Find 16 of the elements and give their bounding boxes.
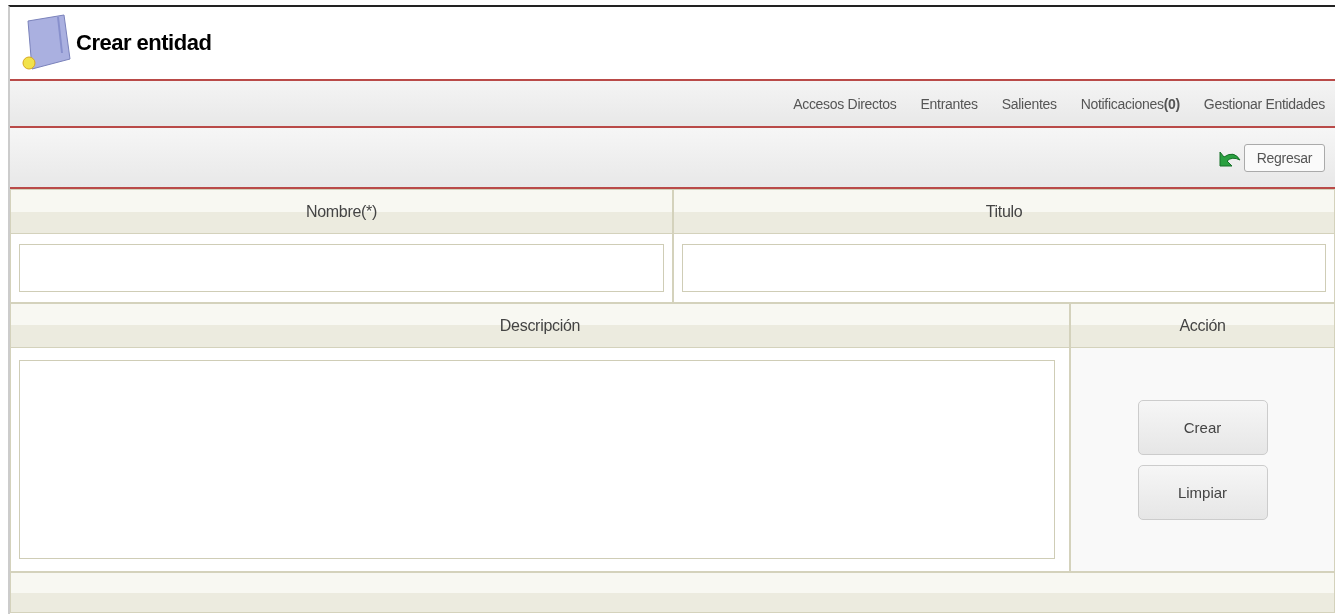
nav-link[interactable]: Salientes — [1001, 95, 1057, 112]
input-field[interactable] — [682, 244, 1326, 292]
action-button[interactable]: Crear — [1137, 399, 1268, 455]
nav-link[interactable]: Entrantes — [920, 95, 978, 112]
text-area[interactable] — [19, 360, 1055, 559]
column-header: Descripción — [10, 303, 1070, 348]
nav-link[interactable]: Accesos Directos — [793, 95, 897, 112]
input-field[interactable] — [19, 244, 664, 292]
nav-link[interactable]: Gestionar Entidades — [1203, 95, 1325, 112]
column-header: Nombre(*) — [10, 189, 673, 234]
action-button[interactable]: Limpiar — [1137, 464, 1268, 520]
back-button[interactable]: Regresar — [1243, 143, 1325, 172]
page-title: Crear entidad — [76, 30, 212, 56]
column-header: Acción — [1070, 303, 1335, 348]
column-header: Titulo — [673, 189, 1335, 234]
nav-link[interactable]: Notificaciones(0) — [1080, 95, 1180, 112]
